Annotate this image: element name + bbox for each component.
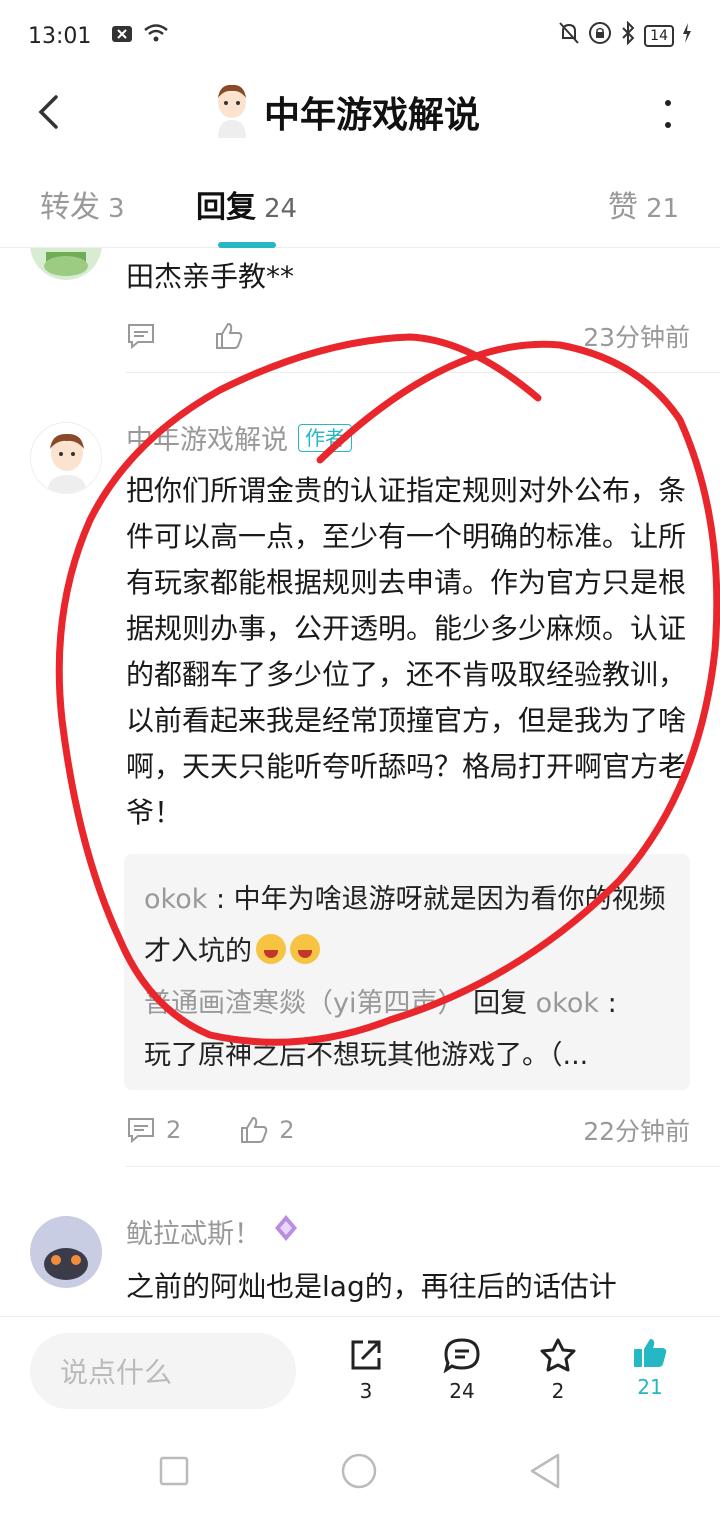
header-avatar — [212, 82, 252, 142]
like-count: 2 — [279, 1116, 295, 1144]
divider — [126, 1166, 720, 1167]
reply-preview-box[interactable]: okok : 中年为啥退游呀就是因为看你的视频才入坑的 普通画渣寒燚（yi第四声… — [124, 854, 690, 1090]
share-button[interactable]: 3 — [336, 1337, 396, 1403]
page-header: 中年游戏解说 — [0, 72, 720, 152]
reply-button[interactable] — [126, 322, 156, 350]
more-options-button[interactable] — [656, 94, 680, 134]
reply-target-username[interactable]: okok — [536, 988, 599, 1019]
username-text: 鱿拉忒斯！ — [126, 1219, 261, 1250]
mute-bell-icon — [558, 21, 580, 51]
reply-button[interactable]: 2 — [126, 1116, 181, 1144]
crying-emoji-icon — [290, 934, 320, 964]
battery-indicator: 14 — [644, 25, 674, 47]
divider — [126, 372, 720, 373]
reply-username[interactable]: okok — [144, 884, 207, 915]
comment-username[interactable]: 中年游戏解说 作者 — [126, 418, 352, 457]
comment-icon — [128, 1118, 154, 1144]
username-text: 中年游戏解说 — [126, 425, 288, 456]
triangle-back-icon — [530, 1453, 560, 1489]
thumbs-up-icon — [241, 1116, 268, 1143]
star-icon — [540, 1338, 576, 1372]
tab-label: 回复 — [196, 190, 256, 225]
comment-username[interactable]: 鱿拉忒斯！ — [126, 1212, 301, 1251]
reply-item-text: 玩了原神之后不想玩其他游戏了。（... — [144, 1040, 589, 1071]
tab-count: 24 — [264, 194, 298, 224]
avatar[interactable] — [30, 1216, 102, 1288]
comment-count: 24 — [449, 1379, 475, 1403]
charging-icon — [682, 23, 692, 49]
comment-text: 之前的阿灿也是lag的，再往后的话估计 — [126, 1270, 617, 1303]
tab-likes[interactable]: 赞 21 — [608, 182, 679, 226]
favorite-button[interactable]: 2 — [528, 1337, 588, 1403]
author-badge: 作者 — [298, 423, 352, 452]
tab-bar: 转发 3 回复 24 赞 21 — [0, 170, 720, 248]
bluetooth-icon — [620, 20, 636, 51]
tab-label: 转发 — [40, 190, 100, 225]
thumbs-up-icon — [216, 322, 243, 349]
status-time: 13:01 — [28, 23, 92, 49]
wifi-icon — [143, 23, 169, 49]
crying-emoji-icon — [256, 934, 286, 964]
comment-actions: 23分钟前 — [126, 316, 690, 356]
comment-button[interactable]: 24 — [432, 1337, 492, 1403]
like-button[interactable]: 21 — [620, 1337, 680, 1399]
reply-separator: : — [599, 988, 617, 1019]
reply-separator: : — [207, 884, 234, 915]
home-button[interactable] — [340, 1452, 378, 1494]
system-nav-bar — [0, 1426, 720, 1520]
comment-time: 23分钟前 — [583, 323, 690, 352]
chevron-left-icon — [38, 95, 58, 129]
avatar[interactable] — [30, 248, 102, 280]
comment-text: 把你们所谓金贵的认证指定规则对外公布，条件可以高一点，至少有一个明确的标准。让所… — [126, 474, 687, 829]
reply-item: okok : 中年为啥退游呀就是因为看你的视频才入坑的 — [144, 874, 670, 978]
comment-time: 22分钟前 — [583, 1117, 690, 1146]
thumbs-up-filled-icon — [634, 1339, 667, 1367]
lock-rotation-icon — [588, 21, 612, 51]
dot — [665, 100, 671, 106]
comment-icon — [128, 324, 154, 350]
dot — [665, 122, 671, 128]
favorite-count: 2 — [551, 1379, 565, 1403]
tab-replies[interactable]: 回复 24 — [196, 182, 297, 226]
level-badge-icon — [271, 1213, 301, 1250]
reply-username[interactable]: 普通画渣寒燚（yi第四声） — [144, 988, 464, 1019]
comment-actions: 2 2 22分钟前 — [126, 1110, 690, 1150]
like-count: 21 — [637, 1375, 663, 1399]
circle-icon — [341, 1453, 377, 1489]
reply-count: 2 — [166, 1116, 182, 1144]
tab-label: 赞 — [608, 190, 638, 225]
tab-count: 21 — [646, 194, 680, 224]
avatar[interactable] — [30, 422, 102, 494]
bottom-action-bar: 说点什么 3 24 2 21 — [0, 1316, 720, 1426]
comment-input[interactable]: 说点什么 — [30, 1333, 296, 1409]
comment-list[interactable]: 田杰亲手教** 23分钟前 中年游戏解说 作者 把你们所谓金贵的认证指定规则对外… — [0, 248, 720, 1316]
notification-icon — [111, 24, 133, 49]
comment-text: 田杰亲手教** — [126, 260, 295, 293]
tab-count: 3 — [108, 194, 125, 224]
reply-item: 普通画渣寒燚（yi第四声） 回复 okok : — [144, 978, 670, 1030]
comment-bubble-icon — [443, 1338, 480, 1373]
status-bar: 13:01 14 — [0, 0, 720, 72]
recent-apps-button[interactable] — [158, 1455, 190, 1491]
back-nav-button[interactable] — [528, 1452, 562, 1494]
header-user[interactable]: 中年游戏解说 — [212, 82, 480, 142]
like-button[interactable] — [214, 321, 244, 351]
like-button[interactable]: 2 — [239, 1115, 295, 1145]
share-count: 3 — [359, 1379, 373, 1403]
square-icon — [159, 1456, 189, 1486]
tab-reposts[interactable]: 转发 3 — [40, 182, 125, 226]
page-title: 中年游戏解说 — [264, 95, 481, 136]
reply-mid: 回复 — [464, 988, 536, 1019]
back-button[interactable] — [28, 90, 68, 134]
share-icon — [351, 1340, 381, 1370]
